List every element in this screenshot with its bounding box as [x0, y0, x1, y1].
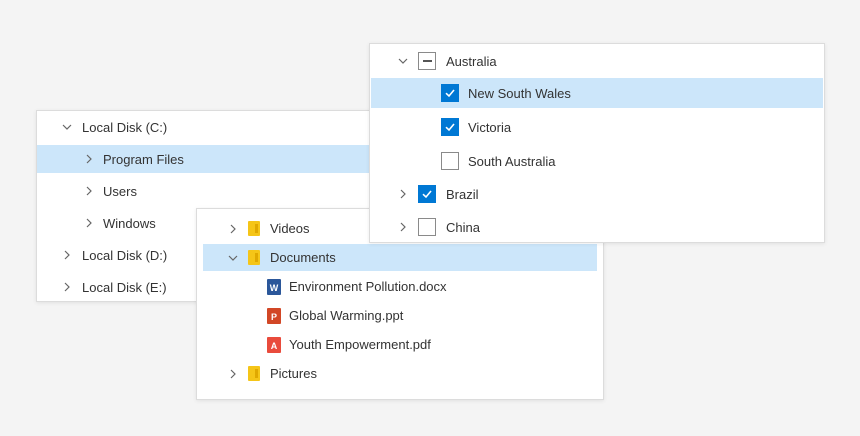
tree-node-local-disk-c[interactable]: Local Disk (C:) [37, 113, 371, 141]
tree-node-brazil[interactable]: Brazil [371, 179, 823, 209]
tree-node-label: Youth Empowerment.pdf [289, 337, 431, 352]
tree-node-label: New South Wales [468, 85, 571, 101]
folder-icon [248, 366, 260, 381]
tree-node-label: Environment Pollution.docx [289, 279, 447, 294]
minus-icon [422, 60, 432, 62]
unchecked-checkbox[interactable] [418, 218, 436, 236]
tree-node-youth-empowerment[interactable]: A Youth Empowerment.pdf [203, 331, 597, 358]
chevron-right-icon[interactable] [227, 223, 239, 235]
tree-node-new-south-wales[interactable]: New South Wales [371, 78, 823, 108]
tree-node-label: Local Disk (D:) [82, 247, 168, 263]
folder-icon [248, 221, 260, 236]
chevron-right-icon[interactable] [61, 249, 73, 261]
tree-node-label: South Australia [468, 153, 556, 169]
unchecked-checkbox[interactable] [441, 152, 459, 170]
tree-node-label: Videos [270, 221, 310, 236]
tree-node-label: Windows [103, 215, 156, 231]
check-icon [422, 190, 432, 199]
chevron-right-icon[interactable] [227, 368, 239, 380]
tree-node-south-australia[interactable]: South Australia [371, 146, 823, 176]
tree-node-environment-pollution[interactable]: W Environment Pollution.docx [203, 273, 597, 300]
folder-icon [248, 250, 260, 265]
tree-node-pictures[interactable]: Pictures [203, 360, 597, 387]
tree-node-australia[interactable]: Australia [371, 46, 823, 76]
checked-checkbox[interactable] [418, 185, 436, 203]
tree-node-program-files[interactable]: Program Files [37, 145, 371, 173]
check-icon [445, 123, 455, 132]
tree-node-label: China [446, 219, 480, 235]
chevron-right-icon[interactable] [83, 185, 95, 197]
tree-node-label: Brazil [446, 186, 479, 202]
chevron-right-icon[interactable] [397, 188, 409, 200]
checked-checkbox[interactable] [441, 84, 459, 102]
powerpoint-file-icon: P [267, 307, 281, 324]
pdf-file-icon: A [267, 336, 281, 353]
tree-node-documents[interactable]: Documents [203, 244, 597, 271]
chevron-down-icon[interactable] [61, 121, 73, 133]
checkbox-tree-panel: Australia New South Wales Victoria South… [369, 43, 825, 243]
tree-node-label: Program Files [103, 151, 184, 167]
tree-node-global-warming[interactable]: P Global Warming.ppt [203, 302, 597, 329]
tree-node-label: Local Disk (C:) [82, 119, 168, 135]
tree-node-users[interactable]: Users [37, 177, 371, 205]
tree-node-label: Pictures [270, 366, 317, 381]
check-icon [445, 89, 455, 98]
tree-node-label: Global Warming.ppt [289, 308, 404, 323]
indeterminate-checkbox[interactable] [418, 52, 436, 70]
tree-node-label: Documents [270, 250, 336, 265]
tree-node-victoria[interactable]: Victoria [371, 112, 823, 142]
word-file-icon: W [267, 278, 281, 295]
chevron-right-icon[interactable] [83, 153, 95, 165]
chevron-right-icon[interactable] [61, 281, 73, 293]
chevron-right-icon[interactable] [83, 217, 95, 229]
tree-node-label: Users [103, 183, 137, 199]
chevron-down-icon[interactable] [397, 55, 409, 67]
chevron-right-icon[interactable] [397, 221, 409, 233]
checked-checkbox[interactable] [441, 118, 459, 136]
tree-node-label: Australia [446, 53, 497, 69]
tree-node-label: Local Disk (E:) [82, 279, 167, 295]
chevron-down-icon[interactable] [227, 252, 239, 264]
tree-node-china[interactable]: China [371, 212, 823, 242]
tree-node-label: Victoria [468, 119, 512, 135]
